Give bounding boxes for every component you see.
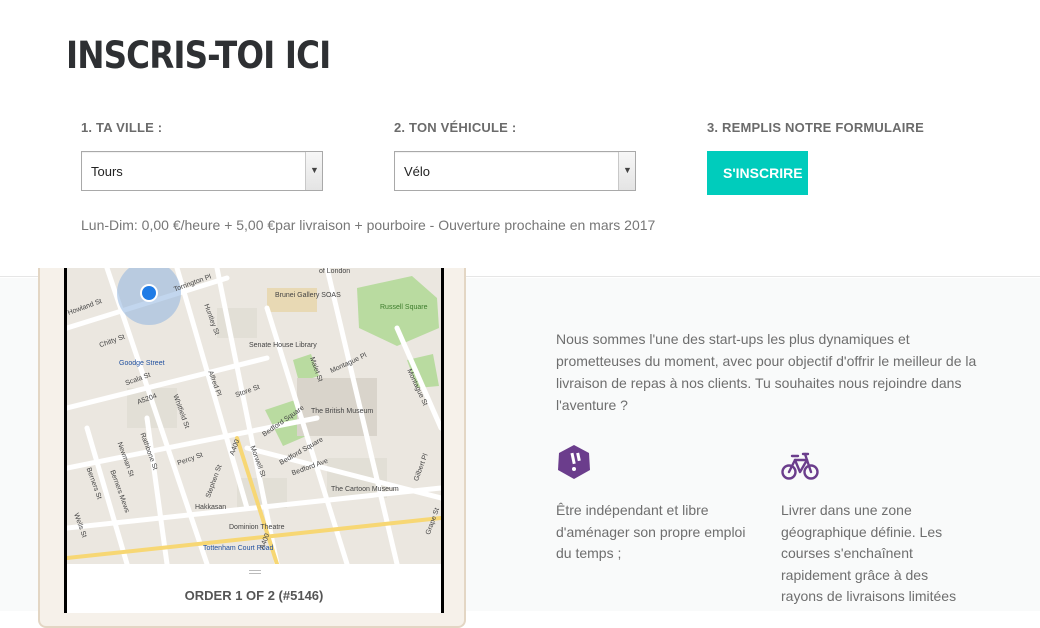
about-section: of London Brunei Gallery SOAS Russell Sq… bbox=[0, 268, 1040, 628]
map-label: Dominion Theatre bbox=[229, 524, 285, 531]
form-label: 3. REMPLIS NOTRE FORMULAIRE bbox=[707, 120, 925, 135]
phone-mockup: of London Brunei Gallery SOAS Russell Sq… bbox=[38, 268, 466, 628]
map-label: Brunei Gallery SOAS bbox=[275, 292, 341, 299]
drag-handle-icon[interactable] bbox=[249, 570, 261, 574]
exclamation-badge-icon bbox=[556, 444, 592, 485]
signup-section: INSCRIS-TOI ICI 1. TA VILLE : Tours ▼ 2.… bbox=[0, 0, 1040, 277]
phone-screen: of London Brunei Gallery SOAS Russell Sq… bbox=[64, 268, 444, 613]
page-title: INSCRIS-TOI ICI bbox=[66, 34, 331, 77]
city-select[interactable]: Tours ▼ bbox=[81, 151, 323, 191]
feature-zone-text: Livrer dans une zone géographique défini… bbox=[781, 502, 957, 604]
vehicle-select-arrow[interactable]: ▼ bbox=[618, 152, 635, 190]
signup-button[interactable]: S'INSCRIRE bbox=[707, 151, 808, 195]
city-select-arrow[interactable]: ▼ bbox=[305, 152, 322, 190]
map-label: The Cartoon Museum bbox=[331, 486, 399, 493]
feature-independence-text: Être indépendant et libre d'aménager son… bbox=[556, 502, 746, 561]
city-label: 1. TA VILLE : bbox=[81, 120, 163, 135]
vehicle-select[interactable]: Vélo ▼ bbox=[394, 151, 636, 191]
location-dot-icon bbox=[142, 286, 156, 300]
map-label: Goodge Street bbox=[119, 360, 165, 367]
map-label: Russell Square bbox=[380, 304, 428, 311]
order-label: ORDER 1 OF 2 (#5146) bbox=[184, 588, 324, 603]
map-view[interactable]: of London Brunei Gallery SOAS Russell Sq… bbox=[67, 268, 441, 564]
map-label: of London bbox=[319, 268, 351, 275]
pricing-info: Lun-Dim: 0,00 €/heure + 5,00 €par livrai… bbox=[81, 217, 656, 233]
map-label: The British Museum bbox=[311, 408, 374, 415]
chevron-down-icon: ▼ bbox=[623, 165, 632, 175]
map-label: Hakkasan bbox=[195, 504, 227, 511]
bicycle-icon bbox=[781, 450, 819, 487]
map-graphic bbox=[67, 268, 441, 564]
chevron-down-icon: ▼ bbox=[310, 165, 319, 175]
vehicle-label: 2. TON VÉHICULE : bbox=[394, 120, 517, 135]
map-label: Senate House Library bbox=[249, 342, 317, 349]
order-bar[interactable]: ORDER 1 OF 2 (#5146) bbox=[67, 564, 441, 613]
vehicle-select-value: Vélo bbox=[404, 164, 431, 179]
intro-text: Nous sommes l'une des start-ups les plus… bbox=[556, 331, 977, 413]
city-select-value: Tours bbox=[91, 164, 123, 179]
